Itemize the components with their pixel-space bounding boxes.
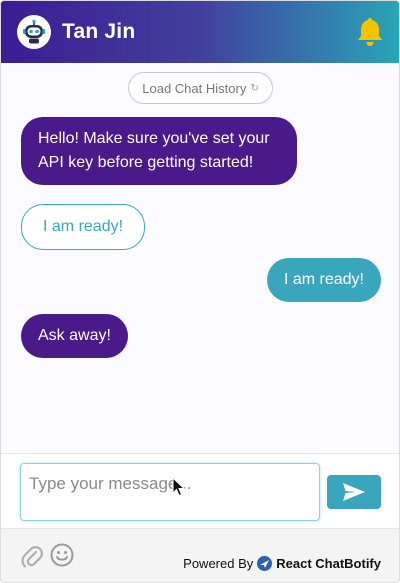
chatbotify-logo-icon — [257, 556, 273, 571]
send-icon — [343, 483, 365, 501]
powered-by-brand[interactable]: React ChatBotify — [276, 556, 381, 571]
load-history-label: Load Chat History — [142, 80, 247, 96]
robot-icon — [17, 15, 51, 49]
emoji-icon[interactable] — [50, 543, 74, 567]
powered-by-prefix: Powered By — [183, 556, 254, 571]
paperclip-icon[interactable] — [21, 544, 43, 570]
chat-header: Tan Jin — [1, 1, 399, 63]
refresh-icon: ↻ — [250, 82, 259, 94]
chat-title: Tan Jin — [62, 20, 136, 43]
bot-message: Hello! Make sure you've set your API key… — [21, 117, 297, 185]
bot-message: Ask away! — [21, 314, 128, 358]
powered-by: Powered By React ChatBotify — [183, 556, 381, 571]
chat-body: Load Chat History ↻ Hello! Make sure you… — [1, 63, 399, 453]
input-area — [1, 453, 399, 528]
chat-window: Tan Jin Load Chat History ↻ Hello! Make … — [0, 0, 400, 583]
send-button[interactable] — [327, 475, 381, 509]
chat-footer: Powered By React ChatBotify — [1, 528, 399, 582]
user-message: I am ready! — [266, 258, 381, 302]
load-chat-history-button[interactable]: Load Chat History ↻ — [128, 72, 273, 104]
message-input[interactable] — [20, 463, 320, 521]
option-button-ready[interactable]: I am ready! — [21, 204, 146, 250]
bell-icon[interactable] — [355, 15, 385, 49]
